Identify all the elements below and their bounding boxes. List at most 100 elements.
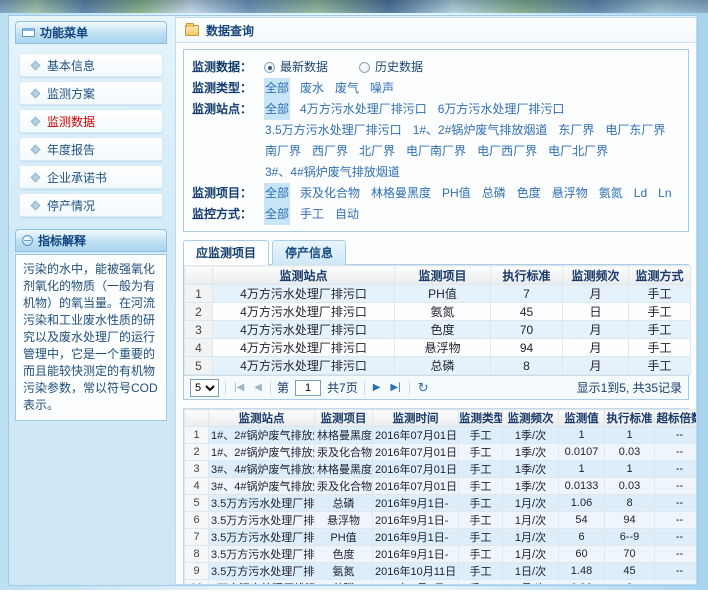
filter-option[interactable]: 全部: [264, 204, 290, 225]
sidebar-menu-item[interactable]: 停产情况: [19, 193, 163, 217]
first-page-button[interactable]: |◀: [232, 382, 246, 393]
filter-option[interactable]: 电厂东厂界: [604, 120, 666, 141]
filter-option[interactable]: 手工: [299, 204, 325, 225]
table-row: 4 4万方污水处理厂排污口 悬浮物 94 月 手工: [185, 339, 691, 357]
cell-station: 4万方污水处理厂排污口: [213, 339, 395, 357]
sidebar-menu-item[interactable]: 监测方案: [19, 81, 163, 105]
cell-station: 4万方污水处理厂排污口: [213, 285, 395, 303]
cell-item: 氨氮: [315, 563, 373, 580]
filter-label-item: 监测项目：: [192, 183, 264, 204]
cell-type: 手工: [459, 529, 503, 546]
sidebar-menu-item[interactable]: 企业承诺书: [19, 165, 163, 189]
filter-option[interactable]: 废水: [299, 78, 325, 99]
filter-option[interactable]: 氨氮: [598, 183, 624, 204]
filter-option[interactable]: 废气: [334, 78, 360, 99]
last-page-button[interactable]: ▶|: [388, 382, 402, 393]
monitoring-items-table: 监测站点 监测项目 执行标准 监测频次 监测方式 1 4万方污水处理厂排污口: [184, 265, 691, 375]
cell-standard: 94: [605, 512, 655, 529]
table1-header-cell: 监测频次: [563, 266, 629, 285]
filter-option[interactable]: 4万方污水处理厂排污口: [299, 99, 428, 120]
radio-option[interactable]: 历史数据: [359, 57, 423, 78]
cell-frequency: 月: [563, 357, 629, 375]
radio-group-data: 最新数据 历史数据: [264, 57, 680, 78]
table2-header-cell: 监测值: [559, 410, 605, 427]
filter-option[interactable]: 自动: [334, 204, 360, 225]
page-prefix-label: 第: [277, 379, 289, 396]
cell-station: 3#、4#锅炉废气排放烟道: [209, 478, 315, 495]
filter-option[interactable]: 全部: [264, 99, 290, 120]
table-row: 2 4万方污水处理厂排污口 氨氮 45 日 手工: [185, 303, 691, 321]
cell-item: 悬浮物: [315, 512, 373, 529]
filter-option[interactable]: 6万方污水处理厂排污口: [437, 99, 566, 120]
cell-frequency: 1季/次: [503, 478, 559, 495]
filter-option[interactable]: 电厂南厂界: [405, 141, 467, 162]
monitoring-data-table: 监测站点 监测项目 监测时间 监测类型 监测频次 监测值 执行标准 超标倍数: [184, 409, 697, 585]
pager-divider: [225, 381, 226, 395]
filter-option[interactable]: 北厂界: [358, 141, 396, 162]
filter-option[interactable]: 3#、4#锅炉废气排放烟道: [264, 162, 401, 183]
row-number: 5: [185, 495, 209, 512]
page-size-select[interactable]: 5: [190, 379, 219, 397]
prev-page-button[interactable]: ◀: [252, 382, 264, 393]
cell-exceed-ratio: --: [655, 495, 698, 512]
tab[interactable]: 停产信息: [272, 240, 346, 265]
monitoring-items-table-box: 监测站点 监测项目 执行标准 监测频次 监测方式 1 4万方污水处理厂排污口: [183, 264, 689, 400]
cell-item: 林格曼黑度: [315, 461, 373, 478]
filter-option[interactable]: 1#、2#锅炉废气排放烟道: [412, 120, 549, 141]
window-icon: [22, 28, 35, 37]
filter-option[interactable]: 悬浮物: [551, 183, 589, 204]
table2-header-cell: 监测站点: [209, 410, 315, 427]
filter-option[interactable]: Ld: [633, 183, 648, 204]
filter-option[interactable]: 汞及化合物: [299, 183, 361, 204]
filter-label-method: 监控方式：: [192, 204, 264, 225]
radio-option[interactable]: 最新数据: [264, 57, 328, 78]
refresh-button[interactable]: ↻: [416, 380, 431, 396]
table1-header-cell: 执行标准: [491, 266, 563, 285]
filter-option[interactable]: 林格曼黑度: [370, 183, 432, 204]
cell-type: 手工: [459, 444, 503, 461]
cell-standard: 70: [491, 321, 563, 339]
filter-option[interactable]: 3.5万方污水处理厂排污口: [264, 120, 403, 141]
cell-frequency: 1月/次: [503, 512, 559, 529]
filter-option[interactable]: 电厂西厂界: [476, 141, 538, 162]
sidebar-menu-item[interactable]: 年度报告: [19, 137, 163, 161]
filter-option[interactable]: 电厂北厂界: [547, 141, 609, 162]
cell-standard: 8: [605, 495, 655, 512]
cell-standard: 0.03: [605, 444, 655, 461]
sidebar-menu-item-label: 年度报告: [47, 141, 95, 158]
cell-time: 2016年07月01日: [373, 444, 459, 461]
filter-option[interactable]: PH值: [441, 183, 472, 204]
filter-option[interactable]: 色度: [516, 183, 542, 204]
cell-item: 总磷: [315, 580, 373, 586]
radio-icon: [359, 62, 370, 73]
filter-option[interactable]: Ln: [657, 183, 672, 204]
page-number-input[interactable]: [295, 380, 321, 396]
sidebar-menu-item[interactable]: 基本信息: [19, 53, 163, 77]
sidebar: 功能菜单 基本信息 监测方案 监测数据: [15, 21, 167, 421]
cell-value: 1.48: [559, 563, 605, 580]
filter-option[interactable]: 南厂界: [264, 141, 302, 162]
cell-exceed-ratio: --: [655, 546, 698, 563]
table-row: 9 3.5万方污水处理厂排污口 氨氮 2016年10月11日 手工 1日/次 1…: [185, 563, 698, 580]
cell-station: 1#、2#锅炉废气排放烟道: [209, 427, 315, 444]
filter-option[interactable]: 全部: [264, 78, 290, 99]
filter-option[interactable]: 东厂界: [557, 120, 595, 141]
cell-value: 0.0107: [559, 444, 605, 461]
cell-standard: 45: [491, 303, 563, 321]
row-number: 2: [185, 444, 209, 461]
filter-option[interactable]: 西厂界: [311, 141, 349, 162]
table2-header-cell: [185, 410, 209, 427]
next-page-button[interactable]: ▶: [371, 382, 383, 393]
sidebar-menu-item[interactable]: 监测数据: [19, 109, 163, 133]
folder-icon: [185, 25, 199, 36]
cell-station: 4万方污水处理厂排污口: [213, 303, 395, 321]
filter-option[interactable]: 全部: [264, 183, 290, 204]
tab[interactable]: 应监测项目: [183, 240, 269, 265]
content-panel: 功能菜单 基本信息 监测方案 监测数据: [8, 15, 698, 586]
cell-item: 汞及化合物: [315, 478, 373, 495]
filter-option[interactable]: 总磷: [481, 183, 507, 204]
sidebar-menu-list: 基本信息 监测方案 监测数据 年度报告: [15, 44, 167, 229]
row-number: 6: [185, 512, 209, 529]
cell-type: 手工: [459, 546, 503, 563]
filter-option[interactable]: 噪声: [369, 78, 395, 99]
